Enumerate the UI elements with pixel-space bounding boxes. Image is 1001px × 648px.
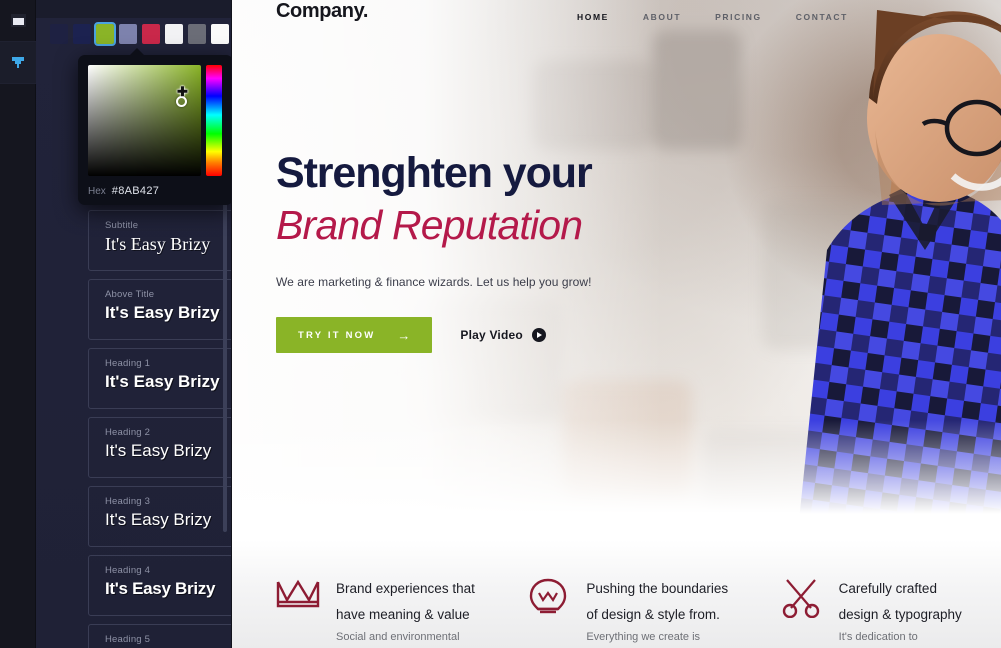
styling-sidebar-panel: It's Easy Brizy ✚ Hex #8AB427: [36, 0, 232, 648]
sidebar-scrollbar[interactable]: [223, 152, 227, 532]
nav-links: HOME ABOUT PRICING CONTACT: [577, 12, 848, 22]
website-preview-canvas: Company. HOME ABOUT PRICING CONTACT Stre…: [232, 0, 1001, 648]
play-video-label: Play Video: [460, 328, 523, 343]
swatch-green[interactable]: [94, 22, 116, 46]
font-card-heading-2[interactable]: Heading 2 It's Easy Brizy: [88, 417, 231, 478]
crown-icon: [276, 576, 320, 643]
feature-item: Pushing the boundaries of design & style…: [498, 540, 748, 648]
sidebar-item-blocks[interactable]: [0, 0, 36, 42]
font-card-sample: It's Easy Brizy: [105, 579, 216, 598]
feature-description: It's dedication to: [838, 631, 918, 644]
feature-item: Brand experiences that have meaning & va…: [232, 540, 498, 648]
color-picker-popup[interactable]: ✚ Hex #8AB427: [78, 48, 231, 205]
swatch-gray[interactable]: [188, 24, 206, 44]
hero-section: Company. HOME ABOUT PRICING CONTACT Stre…: [232, 0, 1001, 540]
font-card-heading-1[interactable]: Heading 1 It's Easy Brizy: [88, 348, 231, 409]
saturation-value-area[interactable]: [88, 65, 201, 176]
swatch-periwinkle[interactable]: [119, 24, 137, 44]
font-card-subtitle[interactable]: Subtitle It's Easy Brizy: [88, 210, 231, 271]
styling-icon: [12, 56, 24, 68]
site-logo[interactable]: Company.: [276, 0, 368, 23]
scissors-icon: [779, 576, 823, 643]
font-card-category: Heading 2: [105, 427, 151, 438]
swatch-offwhite[interactable]: [211, 24, 229, 44]
hero-bottom-fade: [232, 420, 1001, 540]
play-icon: [531, 328, 546, 343]
try-it-now-button[interactable]: TRY IT NOW →: [276, 317, 433, 354]
swatch-white[interactable]: [165, 24, 183, 44]
nav-link-about[interactable]: ABOUT: [643, 12, 681, 22]
hero-cta-row: TRY IT NOW → Play Video: [276, 317, 592, 354]
font-card-sample: It's Easy Brizy: [105, 303, 220, 322]
hero-copy-block: Strenghten your Brand Reputation We are …: [276, 150, 593, 354]
feature-title-line-1: Carefully crafted: [838, 581, 937, 596]
font-card-heading-3[interactable]: Heading 3 It's Easy Brizy: [88, 486, 231, 547]
feature-title-line-2: have meaning & value: [336, 606, 470, 622]
feature-description: Everything we create is: [586, 631, 701, 644]
picker-caret: [130, 48, 144, 55]
feature-item: Carefully crafted design & typography It…: [749, 540, 1001, 648]
lightbulb-icon: [526, 576, 570, 643]
font-card-heading-5[interactable]: Heading 5 It's Easy Brizy: [88, 624, 231, 648]
feature-description: Social and environmental: [336, 631, 460, 644]
brizy-editor-screen: It's Easy Brizy ✚ Hex #8AB427: [0, 0, 1001, 648]
editor-icon-rail: [0, 0, 36, 648]
hex-input[interactable]: #8AB427: [112, 185, 159, 197]
nav-link-pricing[interactable]: PRICING: [715, 12, 762, 22]
move-cursor-icon: ✚: [177, 84, 188, 99]
features-section: Brand experiences that have meaning & va…: [232, 540, 1001, 648]
arrow-right-icon: →: [397, 327, 411, 343]
palette-swatch-row: [50, 22, 229, 46]
feature-title-line-2: of design & style from.: [586, 606, 720, 622]
font-card-category: Subtitle: [105, 220, 139, 231]
feature-title-line-1: Pushing the boundaries: [586, 581, 729, 596]
sidebar-top-strip: [36, 0, 231, 18]
hero-subtitle[interactable]: We are marketing & finance wizards. Let …: [276, 275, 592, 289]
font-card-sample: It's Easy Brizy: [105, 441, 212, 460]
nav-link-home[interactable]: HOME: [577, 12, 609, 22]
font-card-category: Above Title: [105, 289, 155, 300]
hero-heading-line-1[interactable]: Strenghten your: [276, 150, 593, 196]
font-card-category: Heading 3: [105, 496, 151, 507]
blocks-icon: [10, 14, 26, 27]
hue-slider[interactable]: [206, 65, 222, 176]
font-card-sample: It's Easy Brizy: [105, 510, 212, 529]
typography-list: Subtitle It's Easy Brizy Above Title It'…: [88, 210, 231, 648]
font-card-sample: It's Easy Brizy: [105, 372, 220, 391]
hero-heading-line-2[interactable]: Brand Reputation: [276, 200, 592, 250]
nav-link-contact[interactable]: CONTACT: [796, 12, 848, 22]
font-card-category: Heading 4: [105, 565, 151, 576]
swatch-dark-navy[interactable]: [50, 24, 68, 44]
feature-title-line-2: design & typography: [838, 606, 962, 622]
font-card-above-title[interactable]: Above Title It's Easy Brizy: [88, 279, 231, 340]
site-navbar: Company. HOME ABOUT PRICING CONTACT: [232, 0, 1001, 38]
hex-label: Hex: [88, 186, 106, 197]
font-card-category: Heading 1: [105, 358, 151, 369]
font-card-heading-4[interactable]: Heading 4 It's Easy Brizy: [88, 555, 231, 616]
sidebar-item-styling[interactable]: [0, 42, 36, 84]
hex-field-row[interactable]: Hex #8AB427: [88, 185, 159, 197]
play-video-button[interactable]: Play Video: [460, 328, 546, 343]
font-card-sample: It's Easy Brizy: [105, 234, 211, 254]
feature-title-line-1: Brand experiences that: [336, 581, 475, 596]
font-card-category: Heading 5: [105, 634, 151, 645]
try-it-now-label: TRY IT NOW: [298, 329, 376, 341]
swatch-crimson[interactable]: [142, 24, 160, 44]
swatch-navy[interactable]: [73, 24, 91, 44]
